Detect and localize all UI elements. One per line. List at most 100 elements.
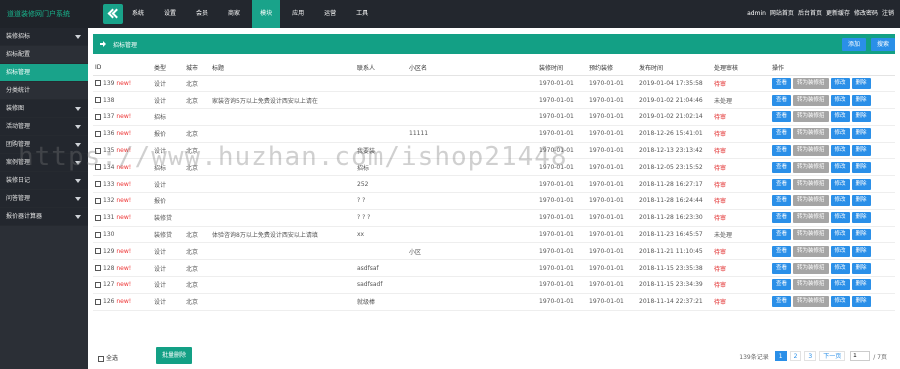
nav-item-1[interactable]: 设置: [156, 0, 184, 28]
row-checkbox[interactable]: [95, 298, 101, 305]
user-link-5[interactable]: 注销: [880, 0, 896, 28]
row-checkbox[interactable]: [95, 130, 101, 137]
convert-button[interactable]: 转为装修招: [793, 212, 829, 224]
convert-button[interactable]: 转为装修招: [793, 77, 829, 89]
view-button[interactable]: 查看: [772, 279, 792, 291]
convert-button[interactable]: 转为装修招: [793, 279, 829, 291]
brand-logo[interactable]: 道道装修网门户系统: [0, 0, 100, 28]
user-link-4[interactable]: 修改密码: [852, 0, 880, 28]
delete-button[interactable]: 删除: [851, 279, 871, 291]
row-checkbox[interactable]: [95, 113, 101, 120]
sidebar-item-1[interactable]: 招标配置: [0, 46, 88, 64]
row-checkbox[interactable]: [95, 80, 101, 87]
edit-button[interactable]: 修改: [830, 111, 850, 123]
delete-button[interactable]: 删除: [851, 245, 871, 257]
sidebar-item-10[interactable]: 报价器计算器: [0, 208, 88, 226]
convert-button[interactable]: 转为装修招: [793, 262, 829, 274]
row-checkbox[interactable]: [95, 214, 101, 221]
view-button[interactable]: 查看: [772, 245, 792, 257]
convert-button[interactable]: 转为装修招: [793, 229, 829, 241]
sidebar-item-5[interactable]: 活动管理: [0, 118, 88, 136]
convert-button[interactable]: 转为装修招: [793, 128, 829, 140]
select-all[interactable]: 全选: [98, 353, 118, 362]
delete-button[interactable]: 删除: [851, 296, 871, 308]
next-page-link[interactable]: 下一页: [819, 351, 846, 361]
nav-item-3[interactable]: 商家: [220, 0, 248, 28]
convert-button[interactable]: 转为装修招: [793, 245, 829, 257]
view-button[interactable]: 查看: [772, 77, 792, 89]
edit-button[interactable]: 修改: [830, 229, 850, 241]
row-checkbox[interactable]: [95, 265, 101, 272]
sidebar-item-8[interactable]: 装修日记: [0, 172, 88, 190]
edit-button[interactable]: 修改: [830, 128, 850, 140]
delete-button[interactable]: 删除: [851, 212, 871, 224]
delete-button[interactable]: 删除: [851, 145, 871, 157]
view-button[interactable]: 查看: [772, 229, 792, 241]
delete-button[interactable]: 删除: [851, 195, 871, 207]
select-all-checkbox[interactable]: [98, 355, 104, 362]
page-link-2[interactable]: 2: [789, 351, 802, 361]
convert-button[interactable]: 转为装修招: [793, 145, 829, 157]
row-checkbox[interactable]: [95, 248, 101, 255]
row-checkbox[interactable]: [95, 281, 101, 288]
view-button[interactable]: 查看: [772, 178, 792, 190]
sidebar-item-6[interactable]: 团购管理: [0, 136, 88, 154]
view-button[interactable]: 查看: [772, 262, 792, 274]
sidebar-item-7[interactable]: 案例管理: [0, 154, 88, 172]
row-checkbox[interactable]: [95, 197, 101, 204]
convert-button[interactable]: 转为装修招: [793, 296, 829, 308]
row-checkbox[interactable]: [95, 97, 101, 104]
row-checkbox[interactable]: [95, 164, 101, 171]
edit-button[interactable]: 修改: [830, 195, 850, 207]
row-checkbox[interactable]: [95, 231, 101, 238]
edit-button[interactable]: 修改: [830, 178, 850, 190]
batch-delete-button[interactable]: 批量删除: [156, 347, 193, 364]
search-button[interactable]: 搜索: [871, 38, 895, 51]
edit-button[interactable]: 修改: [830, 77, 850, 89]
view-button[interactable]: 查看: [772, 296, 792, 308]
delete-button[interactable]: 删除: [851, 262, 871, 274]
view-button[interactable]: 查看: [772, 212, 792, 224]
convert-button[interactable]: 转为装修招: [793, 94, 829, 106]
nav-item-4[interactable]: 模块: [252, 0, 281, 28]
user-link-3[interactable]: 更新缓存: [824, 0, 852, 28]
edit-button[interactable]: 修改: [830, 296, 850, 308]
nav-item-2[interactable]: 会员: [188, 0, 216, 28]
page-link-3[interactable]: 3: [804, 351, 817, 361]
edit-button[interactable]: 修改: [830, 145, 850, 157]
add-button[interactable]: 添加: [842, 38, 867, 51]
delete-button[interactable]: 删除: [851, 128, 871, 140]
convert-button[interactable]: 转为装修招: [793, 161, 829, 173]
edit-button[interactable]: 修改: [830, 262, 850, 274]
view-button[interactable]: 查看: [772, 145, 792, 157]
sidebar-item-3[interactable]: 分类统计: [0, 82, 88, 100]
sidebar-toggle-icon[interactable]: [103, 4, 123, 24]
view-button[interactable]: 查看: [772, 128, 792, 140]
edit-button[interactable]: 修改: [830, 245, 850, 257]
view-button[interactable]: 查看: [772, 161, 792, 173]
nav-item-5[interactable]: 应用: [284, 0, 312, 28]
nav-item-0[interactable]: 系统: [124, 0, 152, 28]
edit-button[interactable]: 修改: [830, 94, 850, 106]
delete-button[interactable]: 删除: [851, 178, 871, 190]
user-link-2[interactable]: 后台首页: [796, 0, 824, 28]
convert-button[interactable]: 转为装修招: [793, 195, 829, 207]
page-number-input[interactable]: [850, 351, 871, 361]
view-button[interactable]: 查看: [772, 195, 792, 207]
edit-button[interactable]: 修改: [830, 161, 850, 173]
sidebar-item-4[interactable]: 装修图: [0, 100, 88, 118]
row-checkbox[interactable]: [95, 181, 101, 188]
row-checkbox[interactable]: [95, 147, 101, 154]
delete-button[interactable]: 删除: [851, 161, 871, 173]
nav-item-6[interactable]: 运营: [316, 0, 344, 28]
sidebar-item-9[interactable]: 问答管理: [0, 190, 88, 208]
view-button[interactable]: 查看: [772, 111, 792, 123]
user-link-0[interactable]: admin: [745, 0, 768, 28]
delete-button[interactable]: 删除: [851, 77, 871, 89]
sidebar-item-2[interactable]: 招标管理: [0, 64, 88, 82]
delete-button[interactable]: 删除: [851, 94, 871, 106]
convert-button[interactable]: 转为装修招: [793, 111, 829, 123]
view-button[interactable]: 查看: [772, 94, 792, 106]
sidebar-item-0[interactable]: 装修招标: [0, 28, 88, 46]
user-link-1[interactable]: 网站首页: [768, 0, 796, 28]
